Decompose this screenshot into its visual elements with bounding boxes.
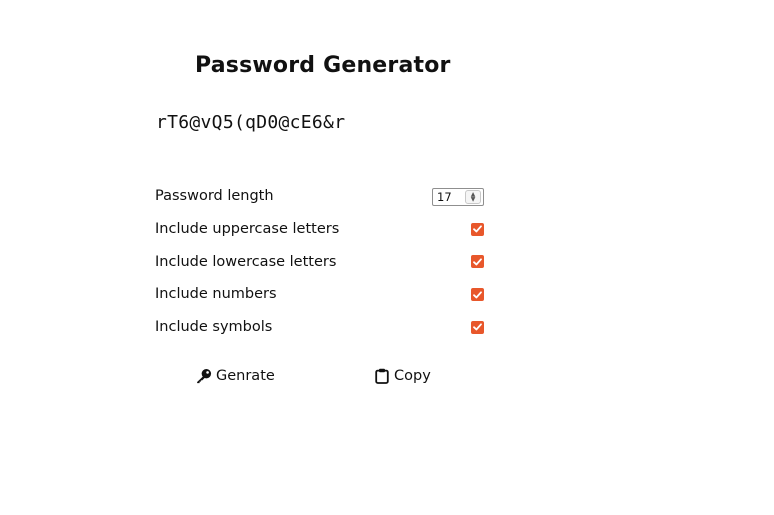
password-length-input[interactable]: 17 ▲ ▼ bbox=[432, 188, 484, 206]
password-length-label: Password length bbox=[155, 188, 274, 205]
checkmark-icon bbox=[473, 290, 482, 298]
symbols-checkbox[interactable] bbox=[471, 320, 484, 334]
actions-bar: Genrate Copy bbox=[0, 368, 774, 392]
password-generator-app: Password Generator rT6@vQ5(qD0@cE6&r Pas… bbox=[0, 0, 774, 515]
copy-button[interactable]: Copy bbox=[374, 368, 431, 384]
lowercase-checkbox[interactable] bbox=[471, 255, 484, 269]
generate-button[interactable]: Genrate bbox=[196, 368, 275, 384]
numbers-row: Include numbers bbox=[155, 278, 490, 311]
uppercase-checkbox[interactable] bbox=[471, 222, 484, 236]
password-length-value[interactable]: 17 bbox=[433, 190, 465, 204]
numbers-label: Include numbers bbox=[155, 286, 277, 303]
uppercase-label: Include uppercase letters bbox=[155, 221, 340, 238]
generate-label[interactable]: Genrate bbox=[216, 368, 275, 384]
uppercase-row: Include uppercase letters bbox=[155, 213, 490, 246]
checkmark-icon bbox=[473, 258, 482, 266]
symbols-row: Include symbols bbox=[155, 311, 490, 344]
password-length-row: Password length 17 ▲ ▼ bbox=[155, 180, 490, 213]
symbols-label: Include symbols bbox=[155, 319, 273, 336]
checkmark-icon bbox=[473, 323, 482, 331]
key-icon bbox=[196, 368, 212, 384]
numbers-checkbox[interactable] bbox=[471, 288, 484, 302]
lowercase-row: Include lowercase letters bbox=[155, 245, 490, 278]
page-title: Password Generator bbox=[195, 53, 451, 78]
generated-password: rT6@vQ5(qD0@cE6&r bbox=[156, 112, 346, 133]
number-spinner[interactable]: ▲ ▼ bbox=[465, 190, 481, 204]
options-panel: Password length 17 ▲ ▼ Include uppercase… bbox=[155, 180, 490, 343]
checkmark-icon bbox=[473, 225, 482, 233]
copy-label[interactable]: Copy bbox=[394, 368, 431, 384]
chevron-down-icon[interactable]: ▼ bbox=[471, 197, 476, 203]
clipboard-icon bbox=[374, 368, 390, 384]
lowercase-label: Include lowercase letters bbox=[155, 253, 337, 270]
